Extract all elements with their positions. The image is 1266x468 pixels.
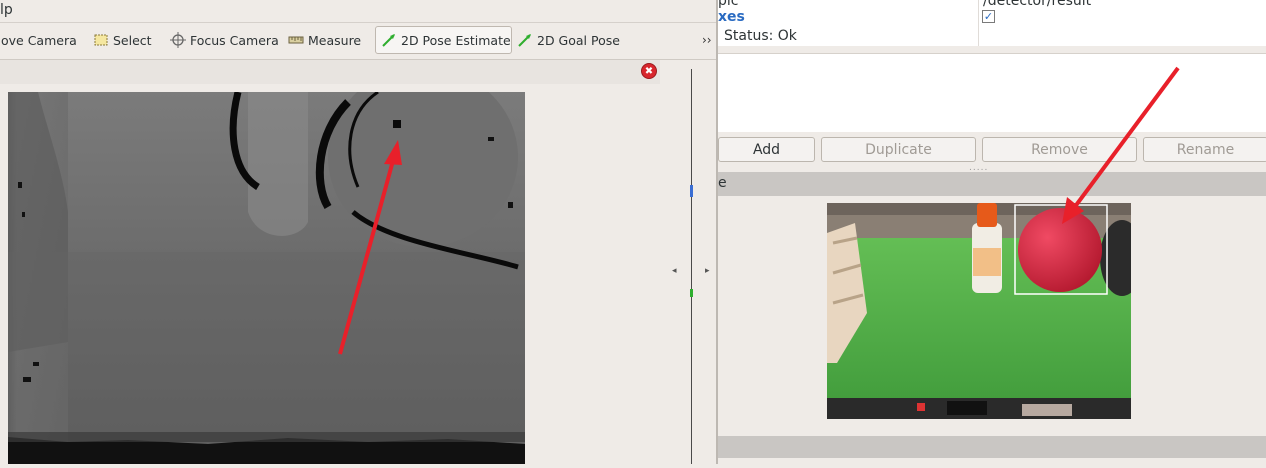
divider-marker-green [690,289,693,297]
menu-help[interactable]: lp [0,2,13,18]
tool-focus-camera-label: Focus Camera [190,32,279,48]
add-button[interactable]: Add [718,137,815,162]
tool-move-camera-label: ove Camera [1,32,77,48]
tool-measure[interactable]: Measure [283,26,366,54]
duplicate-button[interactable]: Duplicate [821,137,976,162]
toolbar-overflow-button[interactable]: ›› [702,33,712,47]
tool-select[interactable]: Select [88,26,157,54]
property-tree: pic /detector/result xes ✓ Status: Ok [718,0,1266,46]
camera-image [827,203,1144,419]
tool-2d-goal-pose[interactable]: 2D Goal Pose [512,26,625,54]
collapse-left-icon[interactable]: ◂ [672,266,677,276]
property-column-divider [978,0,979,46]
collapse-right-icon[interactable]: ▸ [705,266,710,276]
panel-divider [691,69,692,464]
image-panel-title: e [718,175,727,191]
property-boxes-name: xes [718,9,745,25]
tool-2d-goal-pose-label: 2D Goal Pose [537,32,620,48]
select-icon [93,32,109,48]
tool-move-camera[interactable]: ove Camera [0,26,82,54]
measure-icon [288,32,304,48]
annotation-arrow [1062,66,1180,224]
depth-panel-titlebar [0,60,660,84]
depth-image [8,67,525,464]
pose-arrow-icon [381,32,397,48]
tool-bar: ove Camera Select Focus Camera Measure 2… [0,23,716,60]
tool-select-label: Select [113,32,152,48]
tool-2d-pose-estimate[interactable]: 2D Pose Estimate [375,26,512,54]
menu-bar: lp [0,0,716,23]
property-status: Status: Ok [724,28,797,44]
tool-2d-pose-estimate-label: 2D Pose Estimate [401,32,511,48]
property-boxes-checkbox[interactable]: ✓ [982,10,995,23]
property-topic-value[interactable]: /detector/result [983,0,1091,9]
divider-marker [690,185,693,197]
tool-focus-camera[interactable]: Focus Camera [165,26,284,54]
close-icon[interactable]: ✖ [641,63,657,79]
goal-arrow-icon [517,32,533,48]
bottom-panel-titlebar [718,436,1266,458]
property-topic-name: pic [718,0,739,9]
tool-measure-label: Measure [308,32,362,48]
focus-camera-icon [170,32,186,48]
